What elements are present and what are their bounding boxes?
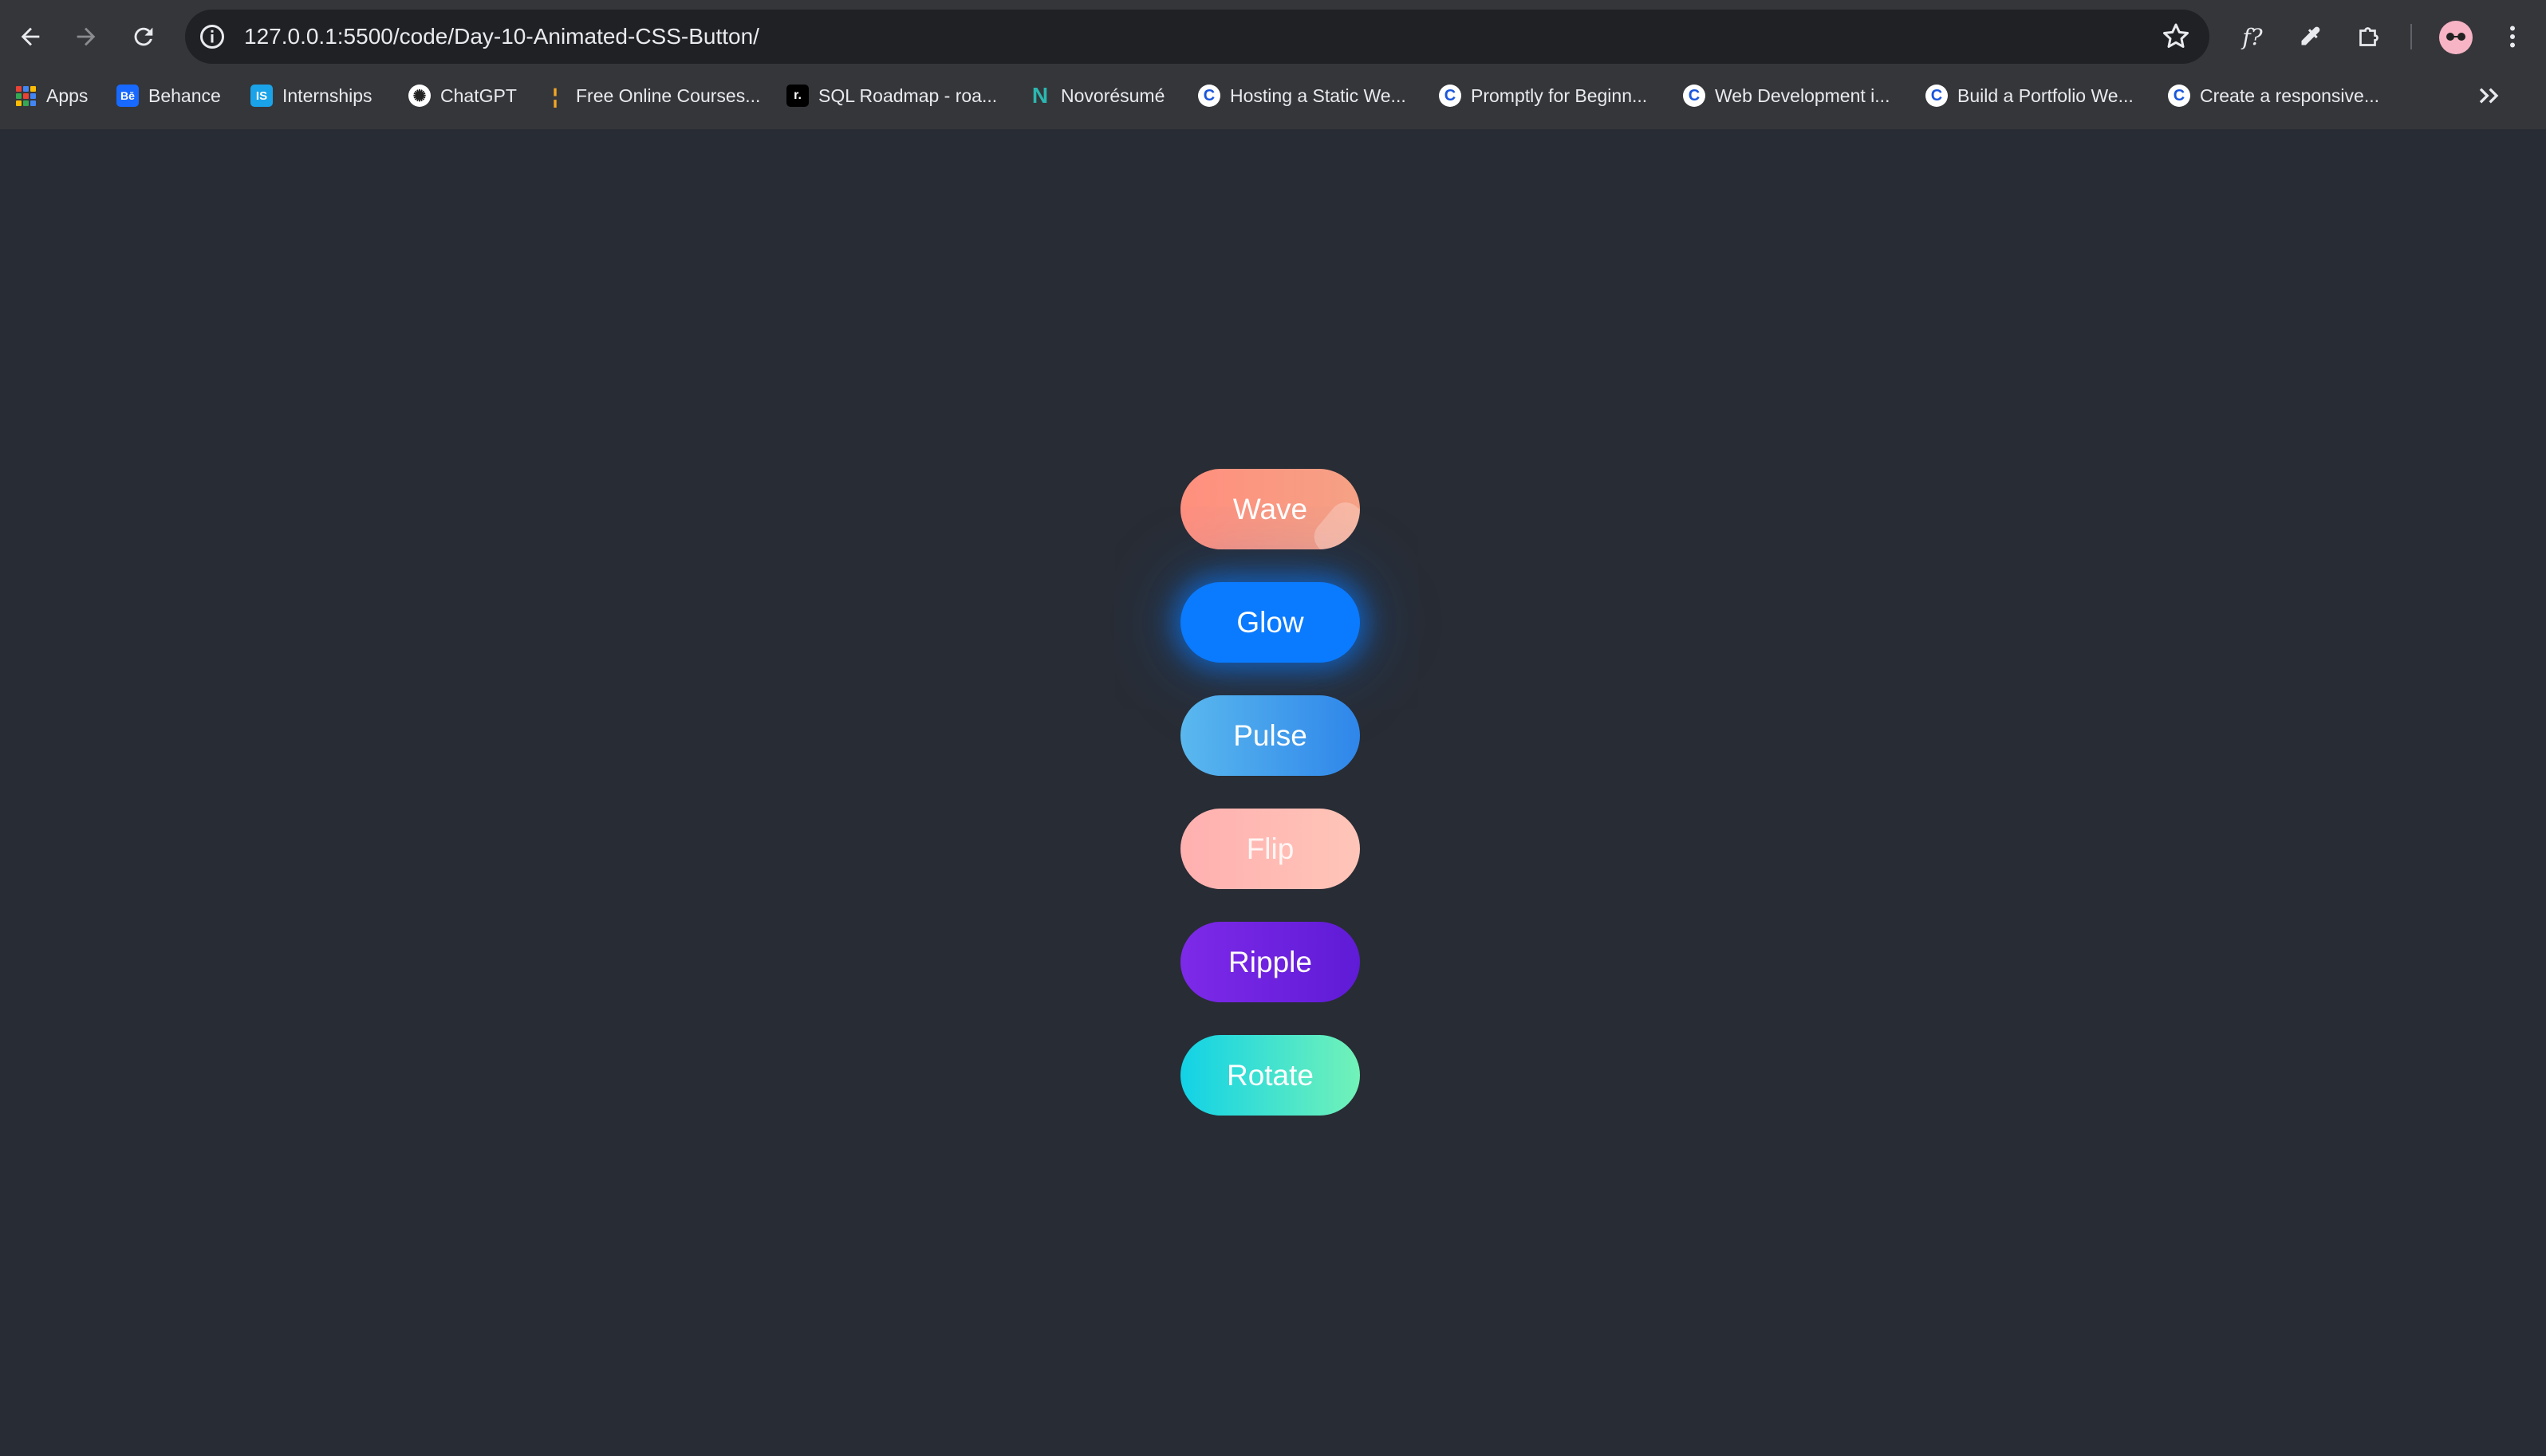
bookmark-label: Hosting a Static We... <box>1230 85 1406 106</box>
roadmap-icon: r. <box>786 85 809 107</box>
coursera-icon: C <box>1198 85 1220 107</box>
browser-toolbar: 127.0.0.1:5500/code/Day-10-Animated-CSS-… <box>0 0 2546 73</box>
bookmark-novoresume[interactable]: N Novorésumé <box>1029 77 1165 115</box>
internshala-icon: IS <box>250 85 273 107</box>
coursera-icon: C <box>1925 85 1948 107</box>
bookmark-free-online-courses[interactable]: ¦ Free Online Courses... <box>544 77 760 115</box>
behance-icon: Bē <box>116 85 139 107</box>
bookmark-promptly[interactable]: C Promptly for Beginn... <box>1439 77 1647 115</box>
font-extension-icon[interactable]: f? <box>2233 18 2272 56</box>
back-button[interactable] <box>11 18 49 56</box>
novoresume-icon: N <box>1031 83 1049 108</box>
address-bar[interactable]: 127.0.0.1:5500/code/Day-10-Animated-CSS-… <box>185 10 2209 64</box>
arrow-right-icon <box>77 27 96 46</box>
wave-button[interactable]: Wave <box>1180 469 1360 549</box>
glow-button[interactable]: Glow <box>1180 582 1360 663</box>
forward-button[interactable] <box>67 18 105 56</box>
coursera-icon: C <box>1683 85 1705 107</box>
extensions-puzzle-icon[interactable] <box>2350 18 2388 56</box>
bookmarks-overflow-icon[interactable] <box>2473 80 2505 112</box>
bookmark-label: Promptly for Beginn... <box>1471 85 1648 106</box>
bookmark-label: Internships <box>282 85 372 106</box>
bookmark-label: Behance <box>148 85 221 106</box>
bookmark-behance[interactable]: Bē Behance <box>116 77 221 115</box>
arrow-left-icon <box>21 27 40 46</box>
kebab-menu-icon <box>2510 26 2515 48</box>
pulse-button[interactable]: Pulse <box>1180 695 1360 776</box>
toolbar-divider <box>2410 24 2412 49</box>
browser-menu-button[interactable] <box>2493 18 2532 56</box>
ripple-button[interactable]: Ripple <box>1180 922 1360 1002</box>
bookmark-chatgpt[interactable]: ✺ ChatGPT <box>408 77 517 115</box>
bookmark-label: SQL Roadmap - roa... <box>818 85 998 106</box>
bookmark-label: ChatGPT <box>440 85 517 106</box>
bookmark-apps[interactable]: Apps <box>14 77 88 115</box>
bookmark-create-responsive[interactable]: C Create a responsive... <box>2168 77 2379 115</box>
page-content: Wave Glow Pulse Flip Ripple Rotate <box>0 129 2546 1456</box>
bookmark-label: Build a Portfolio We... <box>1957 85 2134 106</box>
courses-icon: ¦ <box>552 83 558 108</box>
ripple-button-label: Ripple <box>1228 945 1312 978</box>
bookmark-star-icon[interactable] <box>2160 21 2192 53</box>
bookmark-web-development[interactable]: C Web Development i... <box>1683 77 1890 115</box>
url-text[interactable]: 127.0.0.1:5500/code/Day-10-Animated-CSS-… <box>244 10 759 64</box>
profile-avatar[interactable] <box>2439 21 2473 54</box>
wave-button-label: Wave <box>1232 492 1308 525</box>
coursera-icon: C <box>2168 85 2190 107</box>
reload-icon <box>134 27 153 46</box>
glasses-icon <box>2446 33 2465 41</box>
rotate-button-label: Rotate <box>1226 1058 1314 1092</box>
bookmark-internships[interactable]: IS Internships <box>250 77 372 115</box>
bookmark-hosting-static[interactable]: C Hosting a Static We... <box>1198 77 1406 115</box>
bookmarks-bar: Apps Bē Behance IS Internships ✺ ChatGPT… <box>0 77 2546 115</box>
site-info-icon[interactable] <box>198 22 227 51</box>
bookmark-sql-roadmap[interactable]: r. SQL Roadmap - roa... <box>786 77 997 115</box>
browser-chrome: 127.0.0.1:5500/code/Day-10-Animated-CSS-… <box>0 0 2546 129</box>
bookmark-build-portfolio[interactable]: C Build a Portfolio We... <box>1925 77 2134 115</box>
rotate-button[interactable]: Rotate <box>1180 1035 1360 1116</box>
coursera-icon: C <box>1439 85 1461 107</box>
eyedropper-icon[interactable] <box>2291 18 2329 56</box>
bookmark-label: Web Development i... <box>1715 85 1890 106</box>
bookmark-label: Free Online Courses... <box>576 85 761 106</box>
glow-button-label: Glow <box>1236 605 1304 639</box>
apps-grid-icon <box>14 85 37 106</box>
chatgpt-icon: ✺ <box>408 85 431 107</box>
bookmark-label: Novorésumé <box>1061 85 1165 106</box>
pulse-button-label: Pulse <box>1233 718 1307 752</box>
flip-button[interactable]: Flip <box>1180 809 1360 889</box>
flip-button-label: Flip <box>1246 832 1295 865</box>
reload-button[interactable] <box>124 18 163 56</box>
bookmark-label: Apps <box>46 85 89 106</box>
bookmark-label: Create a responsive... <box>2200 85 2380 106</box>
